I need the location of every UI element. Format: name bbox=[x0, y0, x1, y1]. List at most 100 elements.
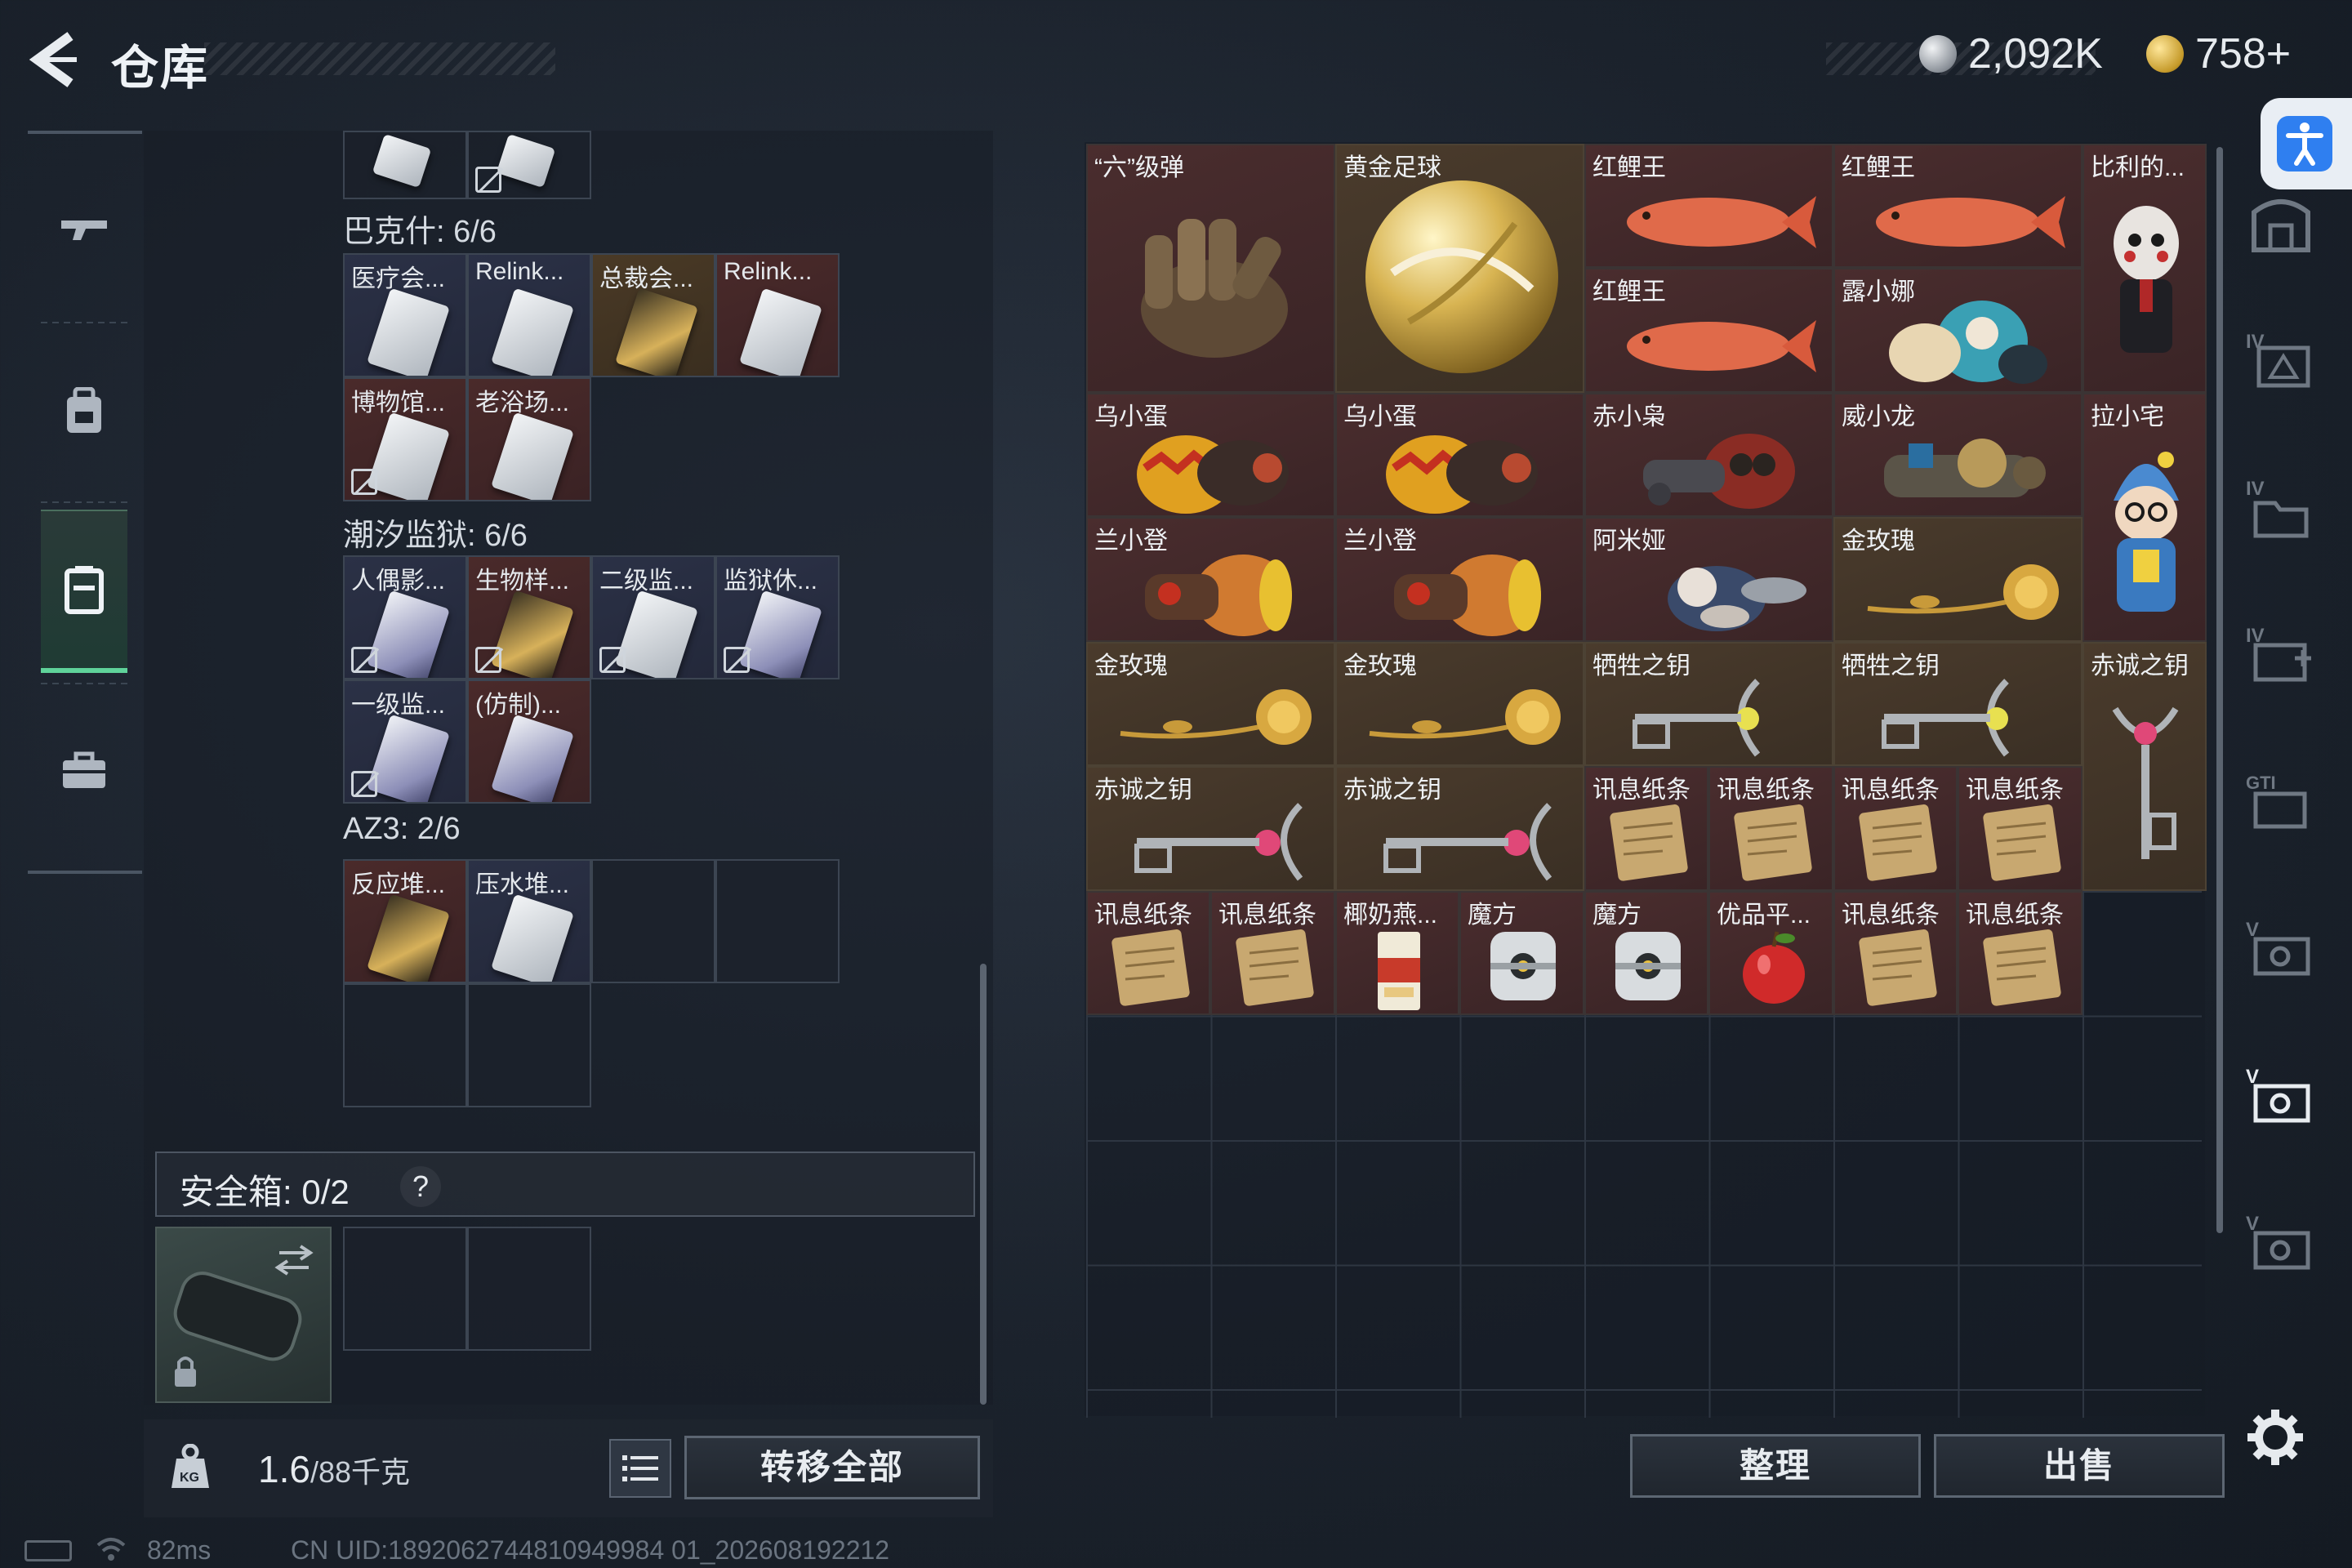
storage-item[interactable]: 红鲤王 bbox=[1584, 268, 1833, 393]
storage-item[interactable]: 讯息纸条 bbox=[1958, 891, 2082, 1015]
storage-page-v-1-icon[interactable]: V bbox=[2246, 915, 2316, 985]
nav-container[interactable] bbox=[41, 510, 127, 673]
sort-button[interactable]: 整理 bbox=[1630, 1434, 1921, 1498]
uid-text: CN UID:1892062744810949984 01_2026081922… bbox=[291, 1535, 890, 1565]
key-card[interactable]: 反应堆... bbox=[343, 859, 467, 983]
note-paper-icon bbox=[1734, 804, 1812, 881]
storage-page-iv-1-icon[interactable]: IV bbox=[2246, 327, 2316, 397]
key-slot-empty[interactable] bbox=[343, 983, 467, 1107]
key-card[interactable]: 医疗会... bbox=[343, 253, 467, 377]
key-slot-empty[interactable] bbox=[467, 983, 591, 1107]
storage-item[interactable]: 金玫瑰 bbox=[1833, 517, 2082, 642]
safebox-label: 安全箱: 0/2 bbox=[180, 1173, 350, 1211]
key-slot-empty[interactable] bbox=[715, 859, 840, 983]
safebox-slot[interactable] bbox=[343, 1227, 467, 1351]
storage-page-rail: IV IV IV GTI V V V bbox=[2234, 163, 2332, 1405]
key-card[interactable]: Relink... bbox=[715, 253, 840, 377]
red-carp-icon bbox=[1876, 196, 2065, 248]
key-card[interactable]: 生物样... bbox=[467, 555, 591, 679]
plush-doll-icon bbox=[1889, 301, 2047, 384]
toolbox-icon bbox=[63, 751, 105, 788]
storage-page-iv-2-icon[interactable]: IV bbox=[2246, 474, 2316, 544]
key-card[interactable]: 人偶影... bbox=[343, 555, 467, 679]
key-slot[interactable] bbox=[467, 131, 591, 199]
safebox-case-icon bbox=[173, 1245, 314, 1387]
currency-a[interactable]: 2,092K bbox=[1919, 29, 2103, 78]
nav-toolbox[interactable] bbox=[41, 689, 127, 853]
apple-icon bbox=[1743, 931, 1805, 1004]
storage-item[interactable]: 魔方 bbox=[1459, 891, 1584, 1015]
storage-item[interactable]: 讯息纸条 bbox=[1210, 891, 1335, 1015]
storage-item[interactable]: 牺牲之钥 bbox=[1833, 642, 2082, 766]
storage-item[interactable]: 金玫瑰 bbox=[1335, 642, 1584, 766]
key-card[interactable]: 压水堆... bbox=[467, 859, 591, 983]
storage-item[interactable]: “六”级弹 bbox=[1086, 144, 1335, 393]
storage-item-label: 赤诚之钥 bbox=[2091, 653, 2189, 679]
storage-item[interactable]: 阿米娅 bbox=[1584, 517, 1833, 642]
storage-item[interactable]: 讯息纸条 bbox=[1086, 891, 1210, 1015]
storage-item[interactable]: 拉小宅 bbox=[2082, 393, 2207, 642]
key-card[interactable]: 总裁会... bbox=[591, 253, 715, 377]
storage-item[interactable]: 赤诚之钥 bbox=[1086, 766, 1335, 891]
key-card-label: 博物馆... bbox=[351, 390, 446, 416]
storage-page-v-3-icon[interactable]: V bbox=[2246, 1209, 2316, 1279]
storage-item[interactable]: 红鲤王 bbox=[1833, 144, 2082, 268]
key-slot[interactable] bbox=[343, 131, 467, 199]
key-card[interactable]: 老浴场... bbox=[467, 377, 591, 501]
nav-backpack[interactable] bbox=[41, 330, 127, 493]
weight-bar: KG 1.6/88千克 转移全部 bbox=[144, 1419, 993, 1517]
storage-item[interactable]: 魔方 bbox=[1584, 891, 1708, 1015]
storage-page-iv-3-icon[interactable]: IV bbox=[2246, 621, 2316, 691]
key-card[interactable]: 二级监... bbox=[591, 555, 715, 679]
storage-item[interactable]: 兰小登 bbox=[1335, 517, 1584, 642]
storage-page-v-2-icon-active[interactable]: V bbox=[2246, 1062, 2316, 1132]
back-arrow-icon[interactable] bbox=[28, 31, 85, 88]
storage-item[interactable]: 讯息纸条 bbox=[1833, 891, 1958, 1015]
key-card[interactable]: Relink... bbox=[467, 253, 591, 377]
svg-text:IV: IV bbox=[2246, 478, 2265, 500]
storage-page-gti-icon[interactable]: GTI bbox=[2246, 768, 2316, 838]
storage-item[interactable]: 露小娜 bbox=[1833, 268, 2082, 393]
nav-weapon[interactable] bbox=[41, 150, 127, 314]
storage-item[interactable]: 讯息纸条 bbox=[1958, 766, 2082, 891]
storage-item[interactable]: 乌小蛋 bbox=[1335, 393, 1584, 517]
red-carp-icon bbox=[1627, 196, 1816, 248]
safebox-container[interactable] bbox=[155, 1227, 332, 1403]
storage-item[interactable]: 讯息纸条 bbox=[1833, 766, 1958, 891]
storage-item[interactable]: 金玫瑰 bbox=[1086, 642, 1335, 766]
safebox-help-button[interactable]: ? bbox=[400, 1166, 441, 1207]
key-card[interactable]: 监狱休... bbox=[715, 555, 840, 679]
storage-item[interactable]: 讯息纸条 bbox=[1584, 766, 1708, 891]
storage-item[interactable]: 优品平... bbox=[1708, 891, 1833, 1015]
storage-item[interactable]: 乌小蛋 bbox=[1086, 393, 1335, 517]
locked-icon bbox=[351, 647, 377, 673]
key-slot-empty[interactable] bbox=[591, 859, 715, 983]
storage-item[interactable]: 威小龙 bbox=[1833, 393, 2082, 517]
key-card[interactable]: 一级监... bbox=[343, 679, 467, 804]
storage-item[interactable]: 赤诚之钥 bbox=[1335, 766, 1584, 891]
left-scrollbar[interactable] bbox=[980, 964, 987, 1405]
storage-item[interactable]: 兰小登 bbox=[1086, 517, 1335, 642]
locked-icon bbox=[475, 647, 501, 673]
storage-item[interactable]: 黄金足球 bbox=[1335, 144, 1584, 393]
storage-item[interactable]: 椰奶燕... bbox=[1335, 891, 1459, 1015]
list-view-button[interactable] bbox=[609, 1439, 671, 1498]
key-card[interactable]: (仿制)... bbox=[467, 679, 591, 804]
storage-item[interactable]: 红鲤王 bbox=[1584, 144, 1833, 268]
currency-b[interactable]: 758+ bbox=[2146, 29, 2291, 78]
storage-item[interactable]: 比利的... bbox=[2082, 144, 2207, 393]
storage-item[interactable]: 牺牲之钥 bbox=[1584, 642, 1833, 766]
safebox-slot[interactable] bbox=[467, 1227, 591, 1351]
settings-gear-icon[interactable] bbox=[2244, 1406, 2306, 1468]
key-card-label: 二级监... bbox=[599, 568, 694, 595]
storage-item[interactable]: 赤诚之钥 bbox=[2082, 642, 2207, 891]
storage-item[interactable]: 赤小枭 bbox=[1584, 393, 1833, 517]
storage-page-home-icon[interactable] bbox=[2246, 188, 2316, 258]
sell-button[interactable]: 出售 bbox=[1934, 1434, 2225, 1498]
transfer-all-button[interactable]: 转移全部 bbox=[684, 1436, 980, 1499]
key-card[interactable]: 博物馆... bbox=[343, 377, 467, 501]
right-scrollbar[interactable] bbox=[2216, 147, 2223, 1233]
storage-item[interactable]: 讯息纸条 bbox=[1708, 766, 1833, 891]
note-paper-icon bbox=[1859, 929, 1937, 1006]
title-decoration bbox=[204, 42, 555, 75]
